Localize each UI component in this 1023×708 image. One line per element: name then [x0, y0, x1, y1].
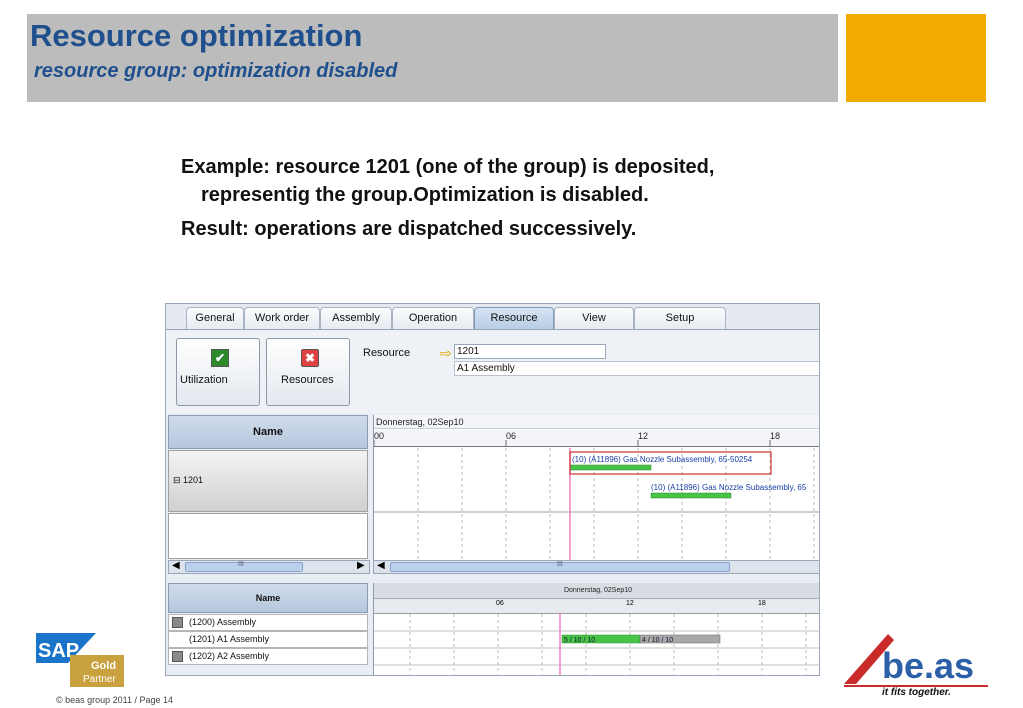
toolbar: ✔ Utilization ✖ Resources Resource ⇨ 120… — [166, 331, 819, 413]
assembly-icon — [172, 617, 183, 628]
lower-gantt-chart: Donnerstag, 02Sep10 06 12 18 5 / 10 / 10… — [373, 583, 819, 675]
tab-work-order[interactable]: Work order — [244, 307, 320, 329]
upper-gantt-chart: Donnerstag, 02Sep10 00 06 12 18 (10) (A1… — [373, 415, 819, 560]
resource-description: A1 Assembly — [454, 361, 819, 376]
paragraph-result: Result: operations are dispatched succes… — [181, 218, 637, 240]
tab-setup[interactable]: Setup — [634, 307, 726, 329]
checkmark-icon: ✔ — [211, 349, 229, 367]
upper-gantt-grid: (10) (A11896) Gas Nozzle Subassembly, 65… — [374, 440, 819, 560]
operation-bar-label: 5 / 10 / 10 — [564, 637, 595, 644]
table-row[interactable]: (1200) Assembly — [168, 614, 368, 631]
tab-operation[interactable]: Operation — [392, 307, 474, 329]
arrow-right-icon[interactable]: ⇨ — [440, 345, 452, 362]
app-window: General Work order Assembly Operation Re… — [165, 303, 820, 676]
paragraph-example-line1: Example: resource 1201 (one of the group… — [181, 156, 715, 178]
upper-chart-scrollbar[interactable]: ◀ III — [373, 560, 819, 574]
utilization-label: Utilization — [180, 374, 228, 386]
lower-name-header[interactable]: Name — [168, 583, 368, 613]
scroll-grip: III — [557, 561, 563, 568]
svg-text:Partner: Partner — [83, 674, 116, 685]
svg-text:be.as: be.as — [882, 645, 974, 686]
svg-text:it fits together.: it fits together. — [882, 687, 951, 698]
paragraph-example: Example: resource 1201 (one of the group… — [181, 153, 821, 209]
chevron-right-icon[interactable]: ▶ — [357, 560, 365, 571]
utilization-button[interactable]: ✔ Utilization — [176, 338, 260, 406]
upper-name-scrollbar[interactable]: ◀ III ▶ — [168, 560, 370, 574]
paragraph-example-line2: representig the group.Optimization is di… — [201, 184, 649, 206]
chevron-left-icon[interactable]: ◀ — [172, 560, 180, 571]
copyright-text: © beas group 2011 / Page 14 — [56, 695, 174, 705]
tab-assembly[interactable]: Assembly — [320, 307, 392, 329]
svg-text:Gold: Gold — [91, 660, 116, 672]
group-1201-label: ⊟ 1201 — [173, 475, 204, 485]
operation-bar-label: (10) (A11896) Gas Nozzle Subassembly, 65… — [572, 455, 753, 464]
scrollbar-thumb[interactable]: III — [390, 561, 730, 572]
scroll-grip: III — [238, 561, 244, 568]
accent-box — [846, 14, 986, 102]
tab-resource[interactable]: Resource — [474, 307, 554, 329]
upper-group-row[interactable]: ⊟ 1201 — [168, 450, 368, 512]
row-label: (1201) A1 Assembly — [189, 634, 270, 644]
table-row[interactable]: (1202) A2 Assembly — [168, 648, 368, 665]
tab-view[interactable]: View — [554, 307, 634, 329]
slide-title: Resource optimization — [30, 18, 363, 53]
close-icon: ✖ — [301, 349, 319, 367]
resources-label: Resources — [281, 374, 334, 386]
operation-bar-label: (10) (A11896) Gas Nozzle Subassembly, 65 — [651, 483, 807, 492]
tab-bar: General Work order Assembly Operation Re… — [166, 304, 819, 330]
resource-input[interactable]: 1201 — [454, 344, 606, 359]
row-label: (1202) A2 Assembly — [189, 651, 270, 661]
tab-general[interactable]: General — [186, 307, 244, 329]
upper-empty-row — [168, 513, 368, 559]
row-label: (1200) Assembly — [189, 617, 257, 627]
beas-logo: be.as it fits together. — [844, 634, 988, 698]
operation-bar[interactable] — [650, 492, 732, 499]
resource-field-label: Resource — [363, 347, 411, 359]
operation-bar-label: 4 / 10 / 10 — [642, 637, 673, 644]
sap-gold-partner-logo: SAP Gold Partner — [36, 633, 124, 687]
lower-gantt-grid: 5 / 10 / 10 4 / 10 / 10 — [374, 614, 819, 675]
scrollbar-thumb[interactable]: III — [185, 561, 303, 572]
slide-subtitle: resource group: optimization disabled — [34, 60, 398, 82]
resources-button[interactable]: ✖ Resources — [266, 338, 350, 406]
assembly-icon — [172, 651, 183, 662]
upper-name-header[interactable]: Name — [168, 415, 368, 449]
body-text: Example: resource 1201 (one of the group… — [181, 153, 821, 249]
table-row[interactable]: (1201) A1 Assembly — [168, 631, 368, 648]
operation-bar[interactable] — [570, 464, 652, 471]
chevron-left-icon[interactable]: ◀ — [377, 560, 385, 571]
